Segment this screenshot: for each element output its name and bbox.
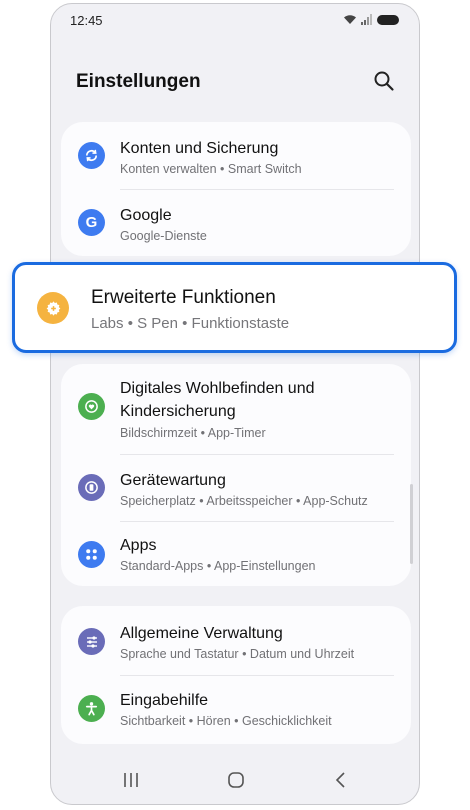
- accessibility-icon: [78, 695, 105, 722]
- highlighted-item-erweiterte-funktionen[interactable]: Erweiterte Funktionen Labs • S Pen • Fun…: [12, 262, 457, 353]
- list-item-konten[interactable]: Konten und Sicherung Konten verwalten • …: [61, 122, 411, 189]
- sync-icon: [78, 142, 105, 169]
- battery-icon: [377, 14, 399, 25]
- item-title: Eingabehilfe: [120, 692, 209, 709]
- item-subtitle: Konten verwalten • Smart Switch: [120, 162, 302, 176]
- item-title: Allgemeine Verwaltung: [120, 625, 283, 642]
- item-title: Google: [120, 207, 172, 224]
- back-icon: [335, 772, 345, 788]
- wifi-icon: [344, 15, 356, 24]
- status-bar: 12:45: [51, 4, 419, 36]
- phone-screen: 12:45 Einstellungen Konten und Sicherung…: [50, 3, 420, 805]
- recents-icon: [124, 773, 138, 787]
- home-icon: [228, 772, 244, 788]
- settings-card-general: Allgemeine Verwaltung Sprache und Tastat…: [61, 606, 411, 744]
- item-title: Erweiterte Funktionen: [91, 287, 276, 308]
- item-subtitle: Sichtbarkeit • Hören • Geschicklichkeit: [120, 714, 332, 728]
- status-icons: [343, 14, 399, 25]
- item-subtitle: Labs • S Pen • Funktionstaste: [91, 315, 290, 332]
- sliders-icon: [78, 628, 105, 655]
- google-icon: G: [78, 209, 105, 236]
- apps-icon: [78, 541, 105, 568]
- recents-button[interactable]: [119, 768, 143, 792]
- item-subtitle: Bildschirmzeit • App-Timer: [120, 426, 266, 440]
- list-item-google[interactable]: G Google Google-Dienste: [61, 189, 411, 256]
- item-subtitle: Speicherplatz • Arbeitsspeicher • App-Sc…: [120, 494, 368, 508]
- scrollbar[interactable]: [410, 484, 413, 564]
- status-time: 12:45: [70, 13, 103, 28]
- search-button[interactable]: [373, 70, 395, 92]
- list-item-wellbeing[interactable]: Digitales Wohlbefinden und Kindersicheru…: [61, 364, 411, 452]
- settings-card-device: Digitales Wohlbefinden und Kindersicheru…: [61, 364, 411, 586]
- item-title: Digitales Wohlbefinden und: [120, 380, 315, 397]
- wellbeing-icon: [78, 393, 105, 420]
- list-item-apps[interactable]: Apps Standard-Apps • App-Einstellungen: [61, 521, 411, 588]
- item-title: Konten und Sicherung: [120, 140, 279, 157]
- navigation-bar: [81, 754, 389, 804]
- back-button[interactable]: [329, 768, 353, 792]
- list-item-eingabehilfe[interactable]: Eingabehilfe Sichtbarkeit • Hören • Gesc…: [61, 675, 411, 744]
- gear-plus-icon: [37, 292, 69, 324]
- item-subtitle: Google-Dienste: [120, 229, 207, 243]
- settings-card-accounts: Konten und Sicherung Konten verwalten • …: [61, 122, 411, 256]
- list-item-geraetewartung[interactable]: Gerätewartung Speicherplatz • Arbeitsspe…: [61, 454, 411, 521]
- page-title: Einstellungen: [76, 71, 201, 92]
- home-button[interactable]: [224, 768, 248, 792]
- item-title: Gerätewartung: [120, 472, 226, 489]
- item-title-line2: Kindersicherung: [120, 403, 236, 420]
- search-icon: [374, 71, 394, 91]
- item-subtitle: Standard-Apps • App-Einstellungen: [120, 559, 316, 573]
- item-title: Apps: [120, 537, 157, 554]
- device-care-icon: [78, 474, 105, 501]
- item-subtitle: Sprache und Tastatur • Datum und Uhrzeit: [120, 647, 355, 661]
- list-item-allgemeine-verwaltung[interactable]: Allgemeine Verwaltung Sprache und Tastat…: [61, 606, 411, 675]
- signal-icon: [361, 14, 372, 25]
